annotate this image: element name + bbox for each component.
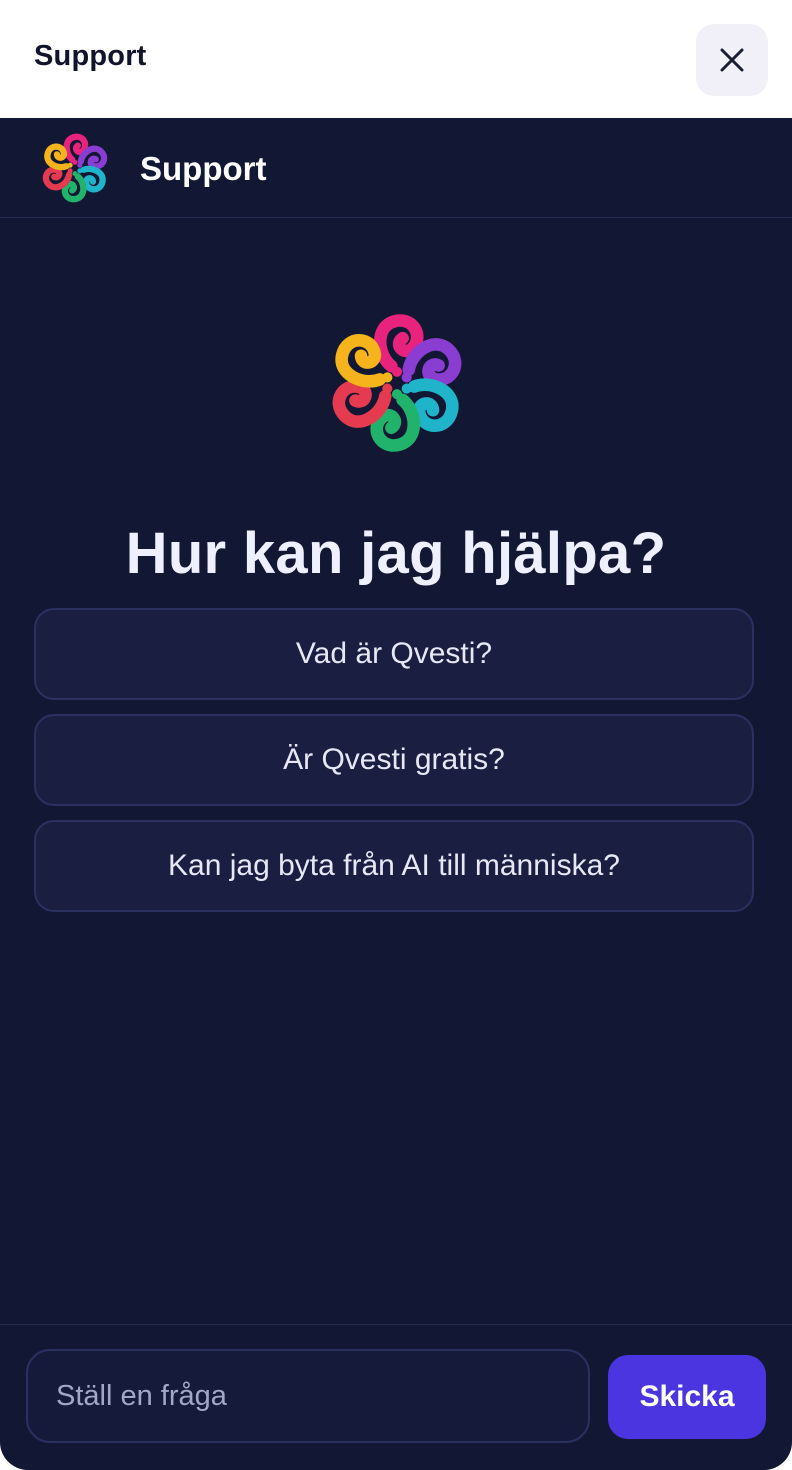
- window-title: Support: [34, 40, 147, 72]
- composer: Skicka: [0, 1324, 792, 1470]
- support-window: Support Support Hur kan jag hjälpa? Vad …: [0, 0, 792, 1470]
- suggestion-button-2[interactable]: Är Qvesti gratis?: [34, 714, 754, 806]
- hero-logo-icon: [332, 314, 462, 452]
- chat-header: Support: [0, 118, 792, 218]
- close-icon: [720, 48, 744, 72]
- send-button[interactable]: Skicka: [608, 1355, 766, 1439]
- welcome-heading: Hur kan jag hjälpa?: [125, 521, 667, 586]
- brand-logo-icon: [42, 133, 108, 203]
- chat-panel: Support Hur kan jag hjälpa? Vad är Qvest…: [0, 118, 792, 1470]
- suggestion-button-3[interactable]: Kan jag byta från AI till människa?: [34, 820, 754, 912]
- chat-header-title: Support: [140, 150, 267, 187]
- close-button[interactable]: [696, 24, 768, 96]
- question-input[interactable]: [26, 1349, 590, 1443]
- topbar: Support: [0, 0, 792, 118]
- suggestion-button-1[interactable]: Vad är Qvesti?: [34, 608, 754, 700]
